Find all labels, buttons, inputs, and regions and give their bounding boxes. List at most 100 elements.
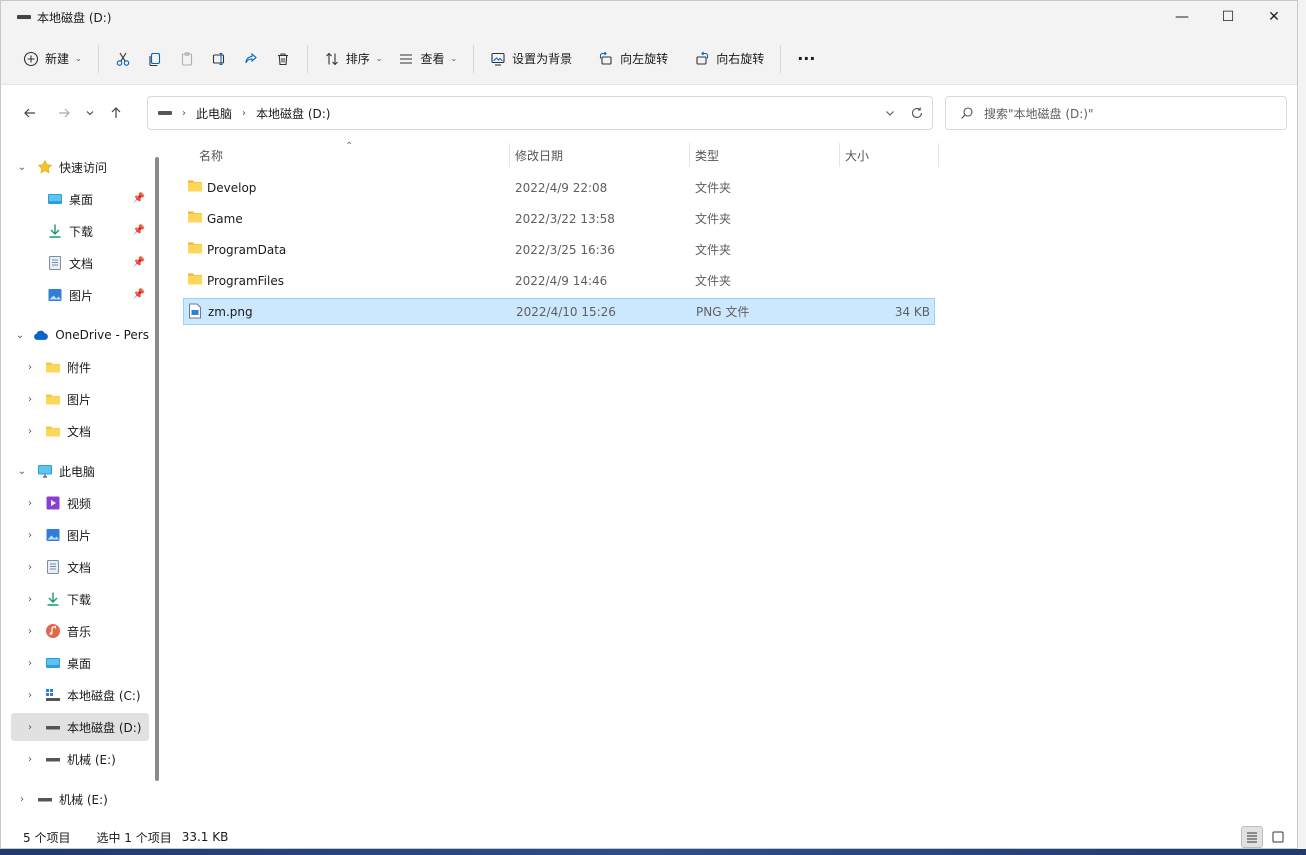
thumbnail-view-button[interactable] [1267,826,1289,848]
selected-count: 选中 1 个项目 [96,830,172,845]
maximize-button[interactable]: ☐ [1205,1,1251,33]
minimize-button[interactable]: — [1159,1,1205,33]
pin-icon[interactable]: 📌 [133,193,145,204]
breadcrumb-drive-d[interactable]: 本地磁盘 (D:) [256,105,330,122]
sidebar-item-label: 此电脑 [59,464,96,479]
sidebar-item-drive-c[interactable]: › 本地磁盘 (C:) [23,681,149,709]
file-type: 文件夹 [695,274,732,288]
sidebar-item-mech-drive[interactable]: › 机械 (E:) [15,785,149,813]
breadcrumb-this-pc[interactable]: 此电脑 [196,105,232,122]
new-button[interactable]: 新建 ⌄ [15,41,90,77]
pin-icon[interactable]: 📌 [133,257,145,268]
cut-button[interactable] [107,41,139,77]
sidebar-item-quick-access[interactable]: ⌄ 快速访问 [15,153,163,181]
sidebar-item-drive-e[interactable]: › 机械 (E:) [23,745,149,773]
recent-locations-button[interactable] [79,97,101,129]
file-date: 2022/4/9 14:46 [515,273,608,288]
sidebar-item-label: 文档 [67,424,92,439]
sidebar-item-label: 桌面 [69,192,94,207]
sidebar-item-desktop[interactable]: › 桌面 [23,649,149,677]
sidebar-item-onedrive-pictures[interactable]: › 图片 [23,385,149,413]
sidebar-item-videos[interactable]: › 视频 [23,489,149,517]
column-header-name[interactable]: 名称 [199,141,223,169]
chevron-right-icon[interactable]: › [23,498,37,509]
sidebar-scrollbar[interactable] [155,157,159,781]
chevron-down-icon[interactable]: ⌄ [15,330,25,341]
chevron-right-icon[interactable]: › [23,362,37,373]
copy-button[interactable] [139,41,171,77]
column-divider[interactable] [509,143,510,167]
sidebar-item-onedrive-documents[interactable]: › 文档 [23,417,149,445]
sidebar-item-downloads[interactable]: › 下载 [23,585,149,613]
refresh-icon[interactable] [910,106,924,120]
file-type: 文件夹 [695,212,732,226]
table-row[interactable]: Game 2022/3/22 13:58 文件夹 [183,205,935,232]
column-header-type[interactable]: 类型 [695,141,719,169]
search-input[interactable]: 搜索"本地磁盘 (D:)" [945,96,1287,130]
chevron-down-icon[interactable]: ⌄ [15,162,29,173]
trash-icon [277,52,288,65]
table-row[interactable]: Develop 2022/4/9 22:08 文件夹 [183,174,935,201]
column-header-modified[interactable]: 修改日期 [515,141,563,169]
pin-icon[interactable]: 📌 [133,289,145,300]
drive-icon [37,791,53,807]
sidebar-item-pictures[interactable]: › 图片 [23,521,149,549]
chevron-right-icon[interactable]: › [23,594,37,605]
column-header-size[interactable]: 大小 [845,141,869,169]
back-button[interactable] [15,97,45,129]
rename-button[interactable] [203,41,235,77]
sidebar-item-drive-d[interactable]: › 本地磁盘 (D:) [11,713,149,741]
view-list-icon [400,53,413,64]
paste-button[interactable] [171,41,203,77]
address-bar[interactable]: › 此电脑 › 本地磁盘 (D:) [147,96,933,130]
sidebar-item-pictures-quick[interactable]: 图片 📌 [39,281,149,309]
thumbnail-view-icon [1272,831,1284,843]
more-options-button[interactable]: ··· [789,41,823,77]
chevron-right-icon[interactable]: › [23,626,37,637]
chevron-right-icon[interactable]: › [23,530,37,541]
table-row[interactable]: ProgramData 2022/3/25 16:36 文件夹 [183,236,935,263]
chevron-right-icon[interactable]: › [23,722,37,733]
chevron-right-icon[interactable]: › [23,754,37,765]
column-divider[interactable] [938,143,939,167]
item-count: 5 个项目 [23,830,71,845]
sidebar-item-downloads-quick[interactable]: 下载 📌 [39,217,149,245]
chevron-right-icon[interactable]: › [23,394,37,405]
share-button[interactable] [235,41,267,77]
chevron-right-icon[interactable]: › [15,794,29,805]
folder-icon [187,241,203,258]
chevron-right-icon[interactable]: › [23,690,37,701]
chevron-right-icon[interactable]: › [23,426,37,437]
chevron-right-icon[interactable]: › [23,658,37,669]
column-divider[interactable] [689,143,690,167]
table-row-selected[interactable]: zm.png 2022/4/10 15:26 PNG 文件 34 KB [183,298,935,325]
up-button[interactable] [101,97,131,129]
title-bar[interactable]: 本地磁盘 (D:) — ☐ ✕ [1,1,1297,33]
set-background-button[interactable]: 设置为背景 [482,41,580,77]
sidebar-item-attachments[interactable]: › 附件 [23,353,149,381]
delete-button[interactable] [267,41,299,77]
sidebar-item-this-pc[interactable]: ⌄ 此电脑 [15,457,149,485]
arrow-right-icon [59,108,70,118]
close-button[interactable]: ✕ [1251,1,1297,33]
pin-icon[interactable]: 📌 [133,225,145,236]
wallpaper-icon [491,52,505,66]
sidebar-item-documents-quick[interactable]: 文档 📌 [39,249,149,277]
sidebar-item-documents[interactable]: › 文档 [23,553,149,581]
details-view-button[interactable] [1241,826,1263,848]
column-divider[interactable] [839,143,840,167]
sort-button[interactable]: 排序 ⌄ [316,41,391,77]
forward-button[interactable] [49,97,79,129]
sidebar-item-music[interactable]: › 音乐 [23,617,149,645]
sidebar-item-onedrive[interactable]: ⌄ OneDrive - Pers [15,321,149,349]
view-button[interactable]: 查看 ⌄ [390,41,465,77]
rotate-left-button[interactable]: 向左旋转 [590,41,676,77]
table-row[interactable]: ProgramFiles 2022/4/9 14:46 文件夹 [183,267,935,294]
arrow-left-icon [24,108,35,118]
chevron-right-icon[interactable]: › [23,562,37,573]
sidebar-item-desktop-quick[interactable]: 桌面 📌 [39,185,149,213]
rotate-right-button[interactable]: 向右旋转 [686,41,772,77]
chevron-down-icon[interactable]: ⌄ [15,466,29,477]
chevron-down-icon[interactable] [884,107,896,119]
sidebar-item-label: 音乐 [67,624,92,639]
